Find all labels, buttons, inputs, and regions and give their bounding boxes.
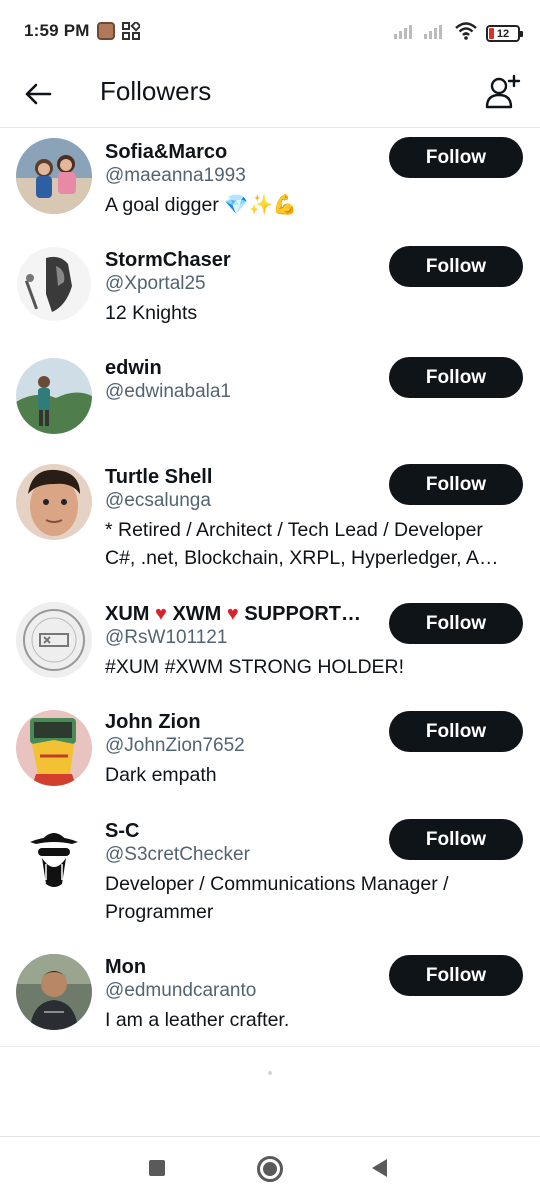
battery-level: 12 — [496, 27, 510, 40]
signal-icon — [394, 23, 416, 44]
recent-apps-button[interactable] — [149, 1160, 165, 1176]
display-name: Mon — [105, 956, 147, 978]
user-bio-line-2: C#, .net, Blockchain, XRPL, Hyperledger,… — [105, 547, 499, 569]
name-part-1: XUM — [105, 603, 150, 625]
user-bio: #XUM #XWM STRONG HOLDER! — [105, 656, 405, 678]
back-button[interactable] — [18, 74, 58, 114]
add-follower-button[interactable] — [482, 70, 526, 114]
user-bio-line-1: Developer / Communications Manager / — [105, 873, 449, 895]
user-bio-line-1: * Retired / Architect / Tech Lead / Deve… — [105, 519, 483, 541]
arrow-left-icon — [25, 83, 52, 105]
display-name: Turtle Shell — [105, 466, 213, 488]
avatar[interactable] — [16, 138, 92, 214]
display-name: S-C — [105, 820, 140, 842]
avatar[interactable] — [16, 246, 92, 322]
top-bar: Followers — [0, 64, 540, 128]
display-name: edwin — [105, 357, 162, 379]
avatar[interactable] — [16, 954, 92, 1030]
signal-2-icon — [424, 23, 446, 44]
grid-app-icon — [122, 20, 142, 40]
user-bio: A goal digger 💎✨💪 — [105, 194, 298, 216]
follow-button[interactable]: Follow — [389, 357, 523, 398]
home-icon — [263, 1162, 277, 1176]
name-part-3: SUPPORT… — [244, 603, 362, 625]
system-nav-bar — [0, 1136, 540, 1200]
display-name: XUM ♥ XWM ♥ SUPPORT… — [105, 602, 385, 626]
name-part-2: XWM — [172, 603, 222, 625]
display-name: John Zion — [105, 711, 201, 733]
avatar[interactable] — [16, 710, 92, 786]
user-bio: Dark empath — [105, 764, 217, 786]
follow-button[interactable]: Follow — [389, 819, 523, 860]
avatar[interactable] — [16, 464, 92, 540]
display-name: StormChaser — [105, 249, 231, 271]
follow-button[interactable]: Follow — [389, 464, 523, 505]
list-end-divider — [0, 1046, 540, 1047]
status-time: 1:59 PM — [24, 21, 90, 40]
display-name: Sofia&Marco — [105, 141, 228, 163]
user-bio: 12 Knights — [105, 302, 198, 324]
person-add-icon — [485, 74, 521, 109]
avatar[interactable] — [16, 818, 92, 894]
heart-icon: ♥ — [155, 603, 167, 625]
follow-button[interactable]: Follow — [389, 603, 523, 644]
home-button[interactable] — [257, 1156, 283, 1182]
loading-dot — [268, 1071, 272, 1075]
status-bar: 1:59 PM 12 — [0, 0, 540, 64]
wifi-icon — [454, 22, 478, 45]
avatar[interactable] — [16, 358, 92, 434]
app-notification-icon — [97, 22, 115, 40]
battery-icon: 12 — [486, 25, 523, 42]
back-triangle-button[interactable] — [372, 1159, 387, 1177]
avatar[interactable] — [16, 602, 92, 678]
page-title: Followers — [100, 76, 212, 106]
follow-button[interactable]: Follow — [389, 137, 523, 178]
user-bio-line-2: Programmer — [105, 901, 214, 923]
follow-button[interactable]: Follow — [389, 246, 523, 287]
heart-icon: ♥ — [226, 603, 239, 625]
follow-button[interactable]: Follow — [389, 711, 523, 752]
user-bio: I am a leather crafter. — [105, 1009, 290, 1031]
follow-button[interactable]: Follow — [389, 955, 523, 996]
